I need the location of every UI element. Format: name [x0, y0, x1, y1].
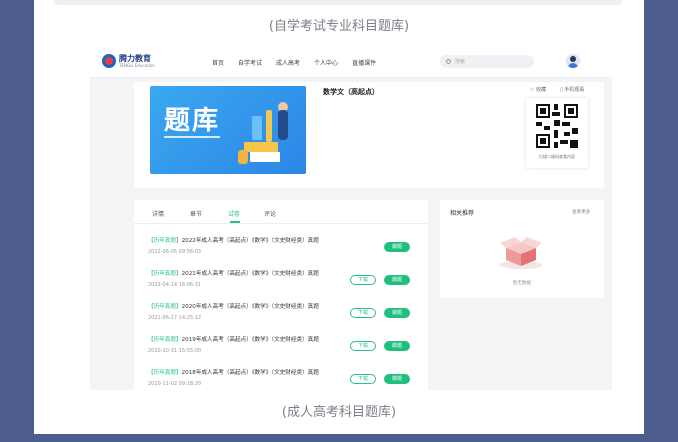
caption-self-study: (自学考试专业科目题库)	[268, 19, 410, 34]
start-exam-button[interactable]: 做题	[384, 242, 410, 252]
person-illustration	[278, 110, 288, 140]
exam-title: 2020年成人高考（高起点）《数学》（文史财经类）真题	[181, 304, 319, 310]
exam-date: 2020-11-02 09:18:20	[148, 381, 202, 387]
empty-state-text: 暂无数据	[512, 281, 532, 286]
exam-row: 【历年真题】2020年成人高考（高起点）《数学》（文史财经类）真题 2021-0…	[148, 302, 416, 330]
user-avatar[interactable]	[566, 54, 580, 68]
start-exam-button[interactable]: 做题	[384, 341, 410, 351]
logo-icon	[102, 54, 116, 68]
exam-tag: 【历年真题】	[148, 304, 182, 310]
exam-tag: 【历年真题】	[148, 337, 182, 343]
exam-title: 2018年成人高考（高起点）《数学》（文史财经类）真题	[181, 370, 319, 376]
start-exam-button[interactable]: 做题	[384, 275, 410, 285]
shelf-illustration	[252, 116, 262, 140]
content-tabs: 详情 章节 试卷 评论	[134, 200, 428, 224]
search-placeholder: 搜索	[455, 59, 466, 65]
exam-title: 2022年成人高考（高起点）《数学》（文史财经类）真题	[181, 238, 319, 244]
exam-row: 【历年真题】2019年成人高考（高起点）《数学》（文史财经类）真题 2020-1…	[148, 335, 416, 363]
search-input[interactable]: 搜索	[440, 55, 534, 68]
mobile-view-button[interactable]: ▯ 手机观看	[560, 86, 584, 93]
empty-box-icon	[499, 237, 543, 269]
nav-adult-exam[interactable]: 成人高考	[276, 58, 300, 67]
nav-home[interactable]: 首页	[212, 58, 224, 67]
sitting-person-illustration	[238, 150, 248, 164]
tab-papers[interactable]: 试卷	[228, 209, 240, 218]
product-title: 数学文（高起点）	[323, 88, 379, 96]
site-logo[interactable]: 腾力教育 TENGLI Education	[102, 54, 155, 68]
start-exam-button[interactable]: 做题	[384, 374, 410, 384]
book-illustration	[244, 142, 278, 152]
qr-caption: 扫描二维码查看内容	[539, 154, 575, 159]
main-nav: 首页 自学考试 成人高考 个人中心 直播课件	[212, 58, 390, 67]
logo-name: 腾力教育	[119, 54, 151, 63]
exam-date: 2022-06-05 09:56:03	[148, 249, 202, 255]
product-panel: 题库 数学文（高起点） ☆ 收藏 ▯ 手机观看 扫描二维码查看内容	[134, 82, 604, 188]
search-icon	[446, 59, 451, 64]
nav-personal-center[interactable]: 个人中心	[314, 58, 338, 67]
download-button[interactable]: 下载	[350, 308, 376, 318]
view-more-link[interactable]: 查看更多	[572, 209, 590, 215]
article-card: (自学考试专业科目题库) 腾力教育 TENGLI Education 首页 自学…	[34, 0, 644, 434]
nav-live-courses[interactable]: 直播课件	[352, 58, 376, 67]
website-screenshot: 腾力教育 TENGLI Education 首页 自学考试 成人高考 个人中心 …	[90, 46, 612, 390]
exam-tag: 【历年真题】	[148, 271, 182, 277]
nav-self-study[interactable]: 自学考试	[238, 58, 262, 67]
caption-adult-exam: (成人高考科目题库)	[281, 405, 397, 420]
tab-comments[interactable]: 评论	[264, 209, 276, 218]
tab-chapters[interactable]: 章节	[190, 209, 202, 218]
exam-tag: 【历年真题】	[148, 238, 182, 244]
exam-row: 【历年真题】2021年成人高考（高起点）《数学》（文史财经类）真题 2022-0…	[148, 269, 416, 297]
banner-title: 题库	[164, 106, 221, 136]
logo-subtitle: TENGLI Education	[119, 63, 155, 68]
exam-date: 2020-10-31 15:55:00	[148, 348, 202, 354]
book-illustration	[250, 152, 280, 162]
exam-list-panel: 详情 章节 试卷 评论 【历年真题】2022年成人高考（高起点）《数学》（文史财…	[134, 200, 428, 390]
download-button[interactable]: 下载	[350, 374, 376, 384]
lamp-illustration	[266, 110, 272, 142]
exam-title: 2021年成人高考（高起点）《数学》（文史财经类）真题	[181, 271, 319, 277]
exam-row: 【历年真题】2018年成人高考（高起点）《数学》（文史财经类）真题 2020-1…	[148, 368, 416, 390]
active-tab-indicator	[230, 221, 240, 223]
site-header: 腾力教育 TENGLI Education 首页 自学考试 成人高考 个人中心 …	[90, 46, 612, 78]
download-button[interactable]: 下载	[350, 275, 376, 285]
recommend-panel: 相关推荐 查看更多 暂无数据	[440, 200, 604, 298]
exam-date: 2021-06-17 14:25:12	[148, 315, 202, 321]
tab-details[interactable]: 详情	[152, 209, 164, 218]
question-bank-banner: 题库	[150, 86, 306, 174]
qr-code-box: 扫描二维码查看内容	[526, 98, 588, 168]
exam-date: 2022-04-14 16:06:31	[148, 282, 202, 288]
start-exam-button[interactable]: 做题	[384, 308, 410, 318]
exam-tag: 【历年真题】	[148, 370, 182, 376]
exam-row: 【历年真题】2022年成人高考（高起点）《数学》（文史财经类）真题 2022-0…	[148, 236, 416, 264]
exam-title: 2019年成人高考（高起点）《数学》（文史财经类）真题	[181, 337, 319, 343]
recommend-title: 相关推荐	[450, 210, 475, 217]
favorite-button[interactable]: ☆ 收藏	[530, 86, 546, 93]
download-button[interactable]: 下载	[350, 341, 376, 351]
qr-code-icon	[534, 102, 580, 150]
previous-image-edge	[54, 0, 622, 5]
